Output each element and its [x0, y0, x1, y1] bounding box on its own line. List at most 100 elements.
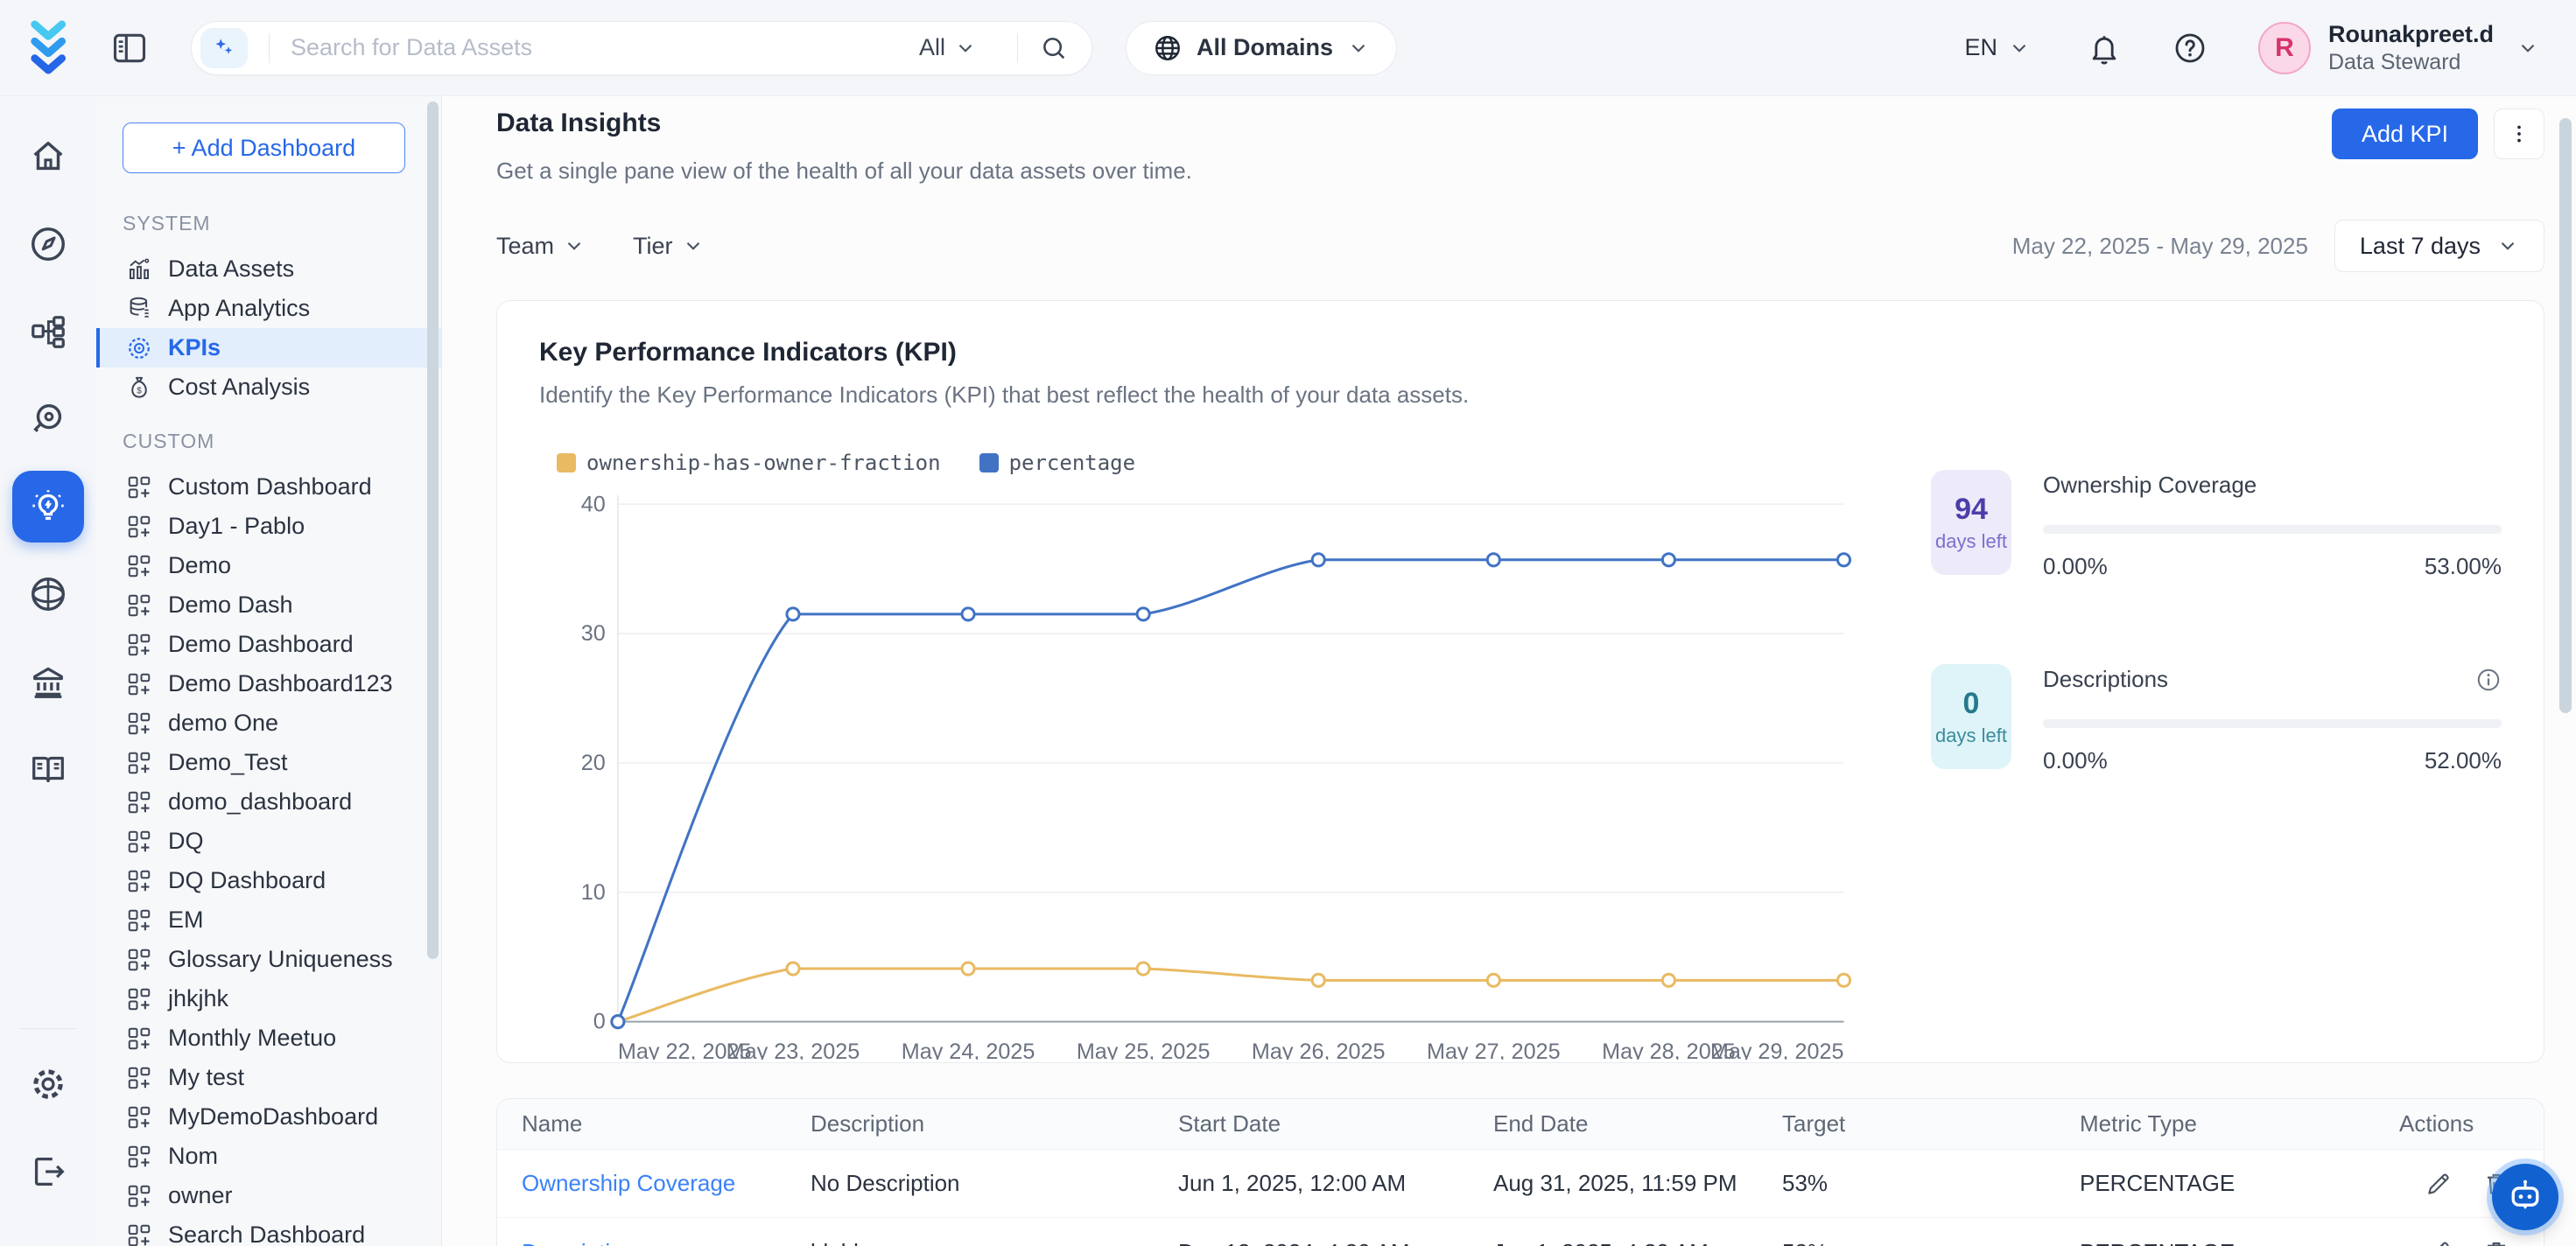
column-header-name: Name: [522, 1110, 811, 1138]
days-left-label: days left: [1935, 724, 2007, 747]
page-title: Data Insights: [496, 108, 1192, 138]
sidebar-item-day1-pablo[interactable]: Day1 - Pablo: [96, 507, 441, 546]
rail-governance-icon[interactable]: [12, 646, 84, 718]
sidebar-item-search-dashboard[interactable]: Search Dashboard: [96, 1215, 441, 1246]
team-filter-label: Team: [496, 233, 554, 260]
edit-icon[interactable]: [2425, 1170, 2453, 1198]
topbar: Search for Data Assets All All Domains E…: [0, 0, 2576, 96]
dashboard-plus-icon: [126, 1065, 152, 1091]
sidebar-item-dq[interactable]: DQ: [96, 822, 441, 861]
sidebar-item-dq-dashboard[interactable]: DQ Dashboard: [96, 861, 441, 900]
sidebar-item-monthly-meetuo[interactable]: Monthly Meetuo: [96, 1018, 441, 1058]
rail-lineage-icon[interactable]: [12, 296, 84, 368]
svg-text:20: 20: [581, 751, 606, 775]
sidebar-item-my-test[interactable]: My test: [96, 1058, 441, 1097]
chevron-down-icon[interactable]: [2516, 37, 2539, 60]
sidebar-item-demo-dash[interactable]: Demo Dash: [96, 585, 441, 625]
notifications-bell-icon[interactable]: [2087, 31, 2122, 66]
legend-swatch: [557, 453, 576, 472]
sidebar-item-owner[interactable]: owner: [96, 1176, 441, 1215]
sidebar-item-demo-dashboard123[interactable]: Demo Dashboard123: [96, 664, 441, 704]
money-bag-icon: $: [126, 374, 152, 401]
rail-profile-search-icon[interactable]: [12, 383, 84, 455]
kpi-body: ownership-has-owner-fraction percentage …: [539, 451, 2502, 1060]
page-scrollbar[interactable]: [2559, 118, 2572, 713]
kebab-icon: [2508, 122, 2530, 145]
rail-home-icon[interactable]: [12, 121, 84, 192]
app-root: Search for Data Assets All All Domains E…: [0, 0, 2576, 1246]
sidebar-scrollbar[interactable]: [427, 102, 439, 959]
edit-icon[interactable]: [2425, 1238, 2453, 1246]
rail-discover-icon[interactable]: [12, 208, 84, 280]
sidebar-item-app-analytics[interactable]: App Analytics: [96, 289, 441, 328]
help-icon[interactable]: [2172, 31, 2207, 66]
sidebar-sections: SYSTEMData AssetsApp AnalyticsKPIs$Cost …: [96, 212, 441, 1246]
sidebar-item-demo-one[interactable]: demo One: [96, 704, 441, 743]
days-left-badge: 0 days left: [1931, 664, 2011, 769]
svg-text:May 25, 2025: May 25, 2025: [1077, 1040, 1211, 1060]
globe-icon: [1153, 33, 1183, 63]
chevron-down-icon: [1347, 37, 1370, 60]
rail-settings-icon[interactable]: [12, 1048, 84, 1120]
tier-filter[interactable]: Tier: [633, 233, 705, 260]
search-bar[interactable]: Search for Data Assets All: [191, 21, 1092, 75]
sidebar-item-custom-dashboard[interactable]: Custom Dashboard: [96, 467, 441, 507]
legend-item-ownership-has-owner-fraction[interactable]: ownership-has-owner-fraction: [557, 451, 941, 475]
language-value: EN: [1964, 34, 1997, 61]
sidebar-item-mydemodashboard[interactable]: MyDemoDashboard: [96, 1097, 441, 1137]
dashboard-plus-icon: [126, 514, 152, 540]
kpi-target: 52%: [1782, 1239, 2080, 1246]
sidebar-item-demo-dashboard[interactable]: Demo Dashboard: [96, 625, 441, 664]
user-block[interactable]: Rounakpreet.d Data Steward: [2328, 21, 2494, 75]
sidebar-item-data-assets[interactable]: Data Assets: [96, 249, 441, 289]
sidebar-item-label: Demo_Test: [168, 749, 288, 776]
row-actions: [2399, 1238, 2519, 1246]
kpi-target: 53%: [1782, 1170, 2080, 1197]
search-input[interactable]: Search for Data Assets: [291, 34, 919, 61]
rail-domains-icon[interactable]: [12, 558, 84, 630]
legend-item-percentage[interactable]: percentage: [979, 451, 1136, 475]
kpi-name-link[interactable]: Ownership Coverage: [522, 1170, 811, 1197]
svg-text:40: 40: [581, 492, 606, 516]
info-icon[interactable]: [2475, 667, 2502, 693]
date-range-selector[interactable]: Last 7 days: [2334, 220, 2544, 272]
sidebar-item-label: Glossary Uniqueness: [168, 946, 393, 973]
svg-text:May 26, 2025: May 26, 2025: [1252, 1040, 1386, 1060]
domains-dropdown[interactable]: All Domains: [1126, 21, 1397, 75]
dashboard-plus-icon: [126, 986, 152, 1012]
sidebar-toggle-icon[interactable]: [110, 29, 149, 67]
ai-sparkle-icon[interactable]: [200, 28, 248, 68]
delete-icon[interactable]: [2482, 1238, 2510, 1246]
sidebar-item-label: Custom Dashboard: [168, 473, 372, 500]
sidebar-item-demo[interactable]: Demo: [96, 546, 441, 585]
svg-text:0: 0: [593, 1010, 606, 1034]
kpi-line-chart: 010203040May 22, 2025May 23, 2025May 24,…: [539, 482, 1878, 1060]
sidebar-item-label: KPIs: [168, 334, 221, 361]
chatbot-button[interactable]: [2492, 1164, 2558, 1230]
more-options-button[interactable]: [2494, 108, 2544, 159]
add-kpi-button[interactable]: Add KPI: [2332, 108, 2478, 159]
sidebar-item-label: Monthly Meetuo: [168, 1025, 336, 1052]
sidebar-item-kpis[interactable]: KPIs: [96, 328, 441, 368]
sidebar-item-jhkjhk[interactable]: jhkjhk: [96, 979, 441, 1018]
rail-insights-icon[interactable]: [12, 471, 84, 542]
avatar[interactable]: R: [2258, 22, 2311, 74]
sidebar-item-em[interactable]: EM: [96, 900, 441, 940]
sidebar-item-demo-test[interactable]: Demo_Test: [96, 743, 441, 782]
sidebar-item-nom[interactable]: Nom: [96, 1137, 441, 1176]
team-filter[interactable]: Team: [496, 233, 586, 260]
search-icon[interactable]: [1039, 33, 1069, 63]
add-dashboard-button[interactable]: + Add Dashboard: [123, 122, 405, 173]
rail-logout-icon[interactable]: [12, 1136, 84, 1208]
language-dropdown[interactable]: EN: [1964, 34, 2031, 61]
dashboard-plus-icon: [126, 829, 152, 855]
sidebar-item-domo-dashboard[interactable]: domo_dashboard: [96, 782, 441, 822]
chevron-down-icon: [563, 234, 586, 257]
search-scope-dropdown[interactable]: All: [919, 34, 977, 61]
sidebar-item-glossary-uniqueness[interactable]: Glossary Uniqueness: [96, 940, 441, 979]
kpi-description: No Description: [811, 1170, 1178, 1197]
sidebar-item-cost-analysis[interactable]: $Cost Analysis: [96, 368, 441, 407]
rail-glossary-icon[interactable]: [12, 733, 84, 805]
progress-bar: [2043, 719, 2502, 728]
kpi-name-link[interactable]: Descriptions: [522, 1239, 811, 1246]
